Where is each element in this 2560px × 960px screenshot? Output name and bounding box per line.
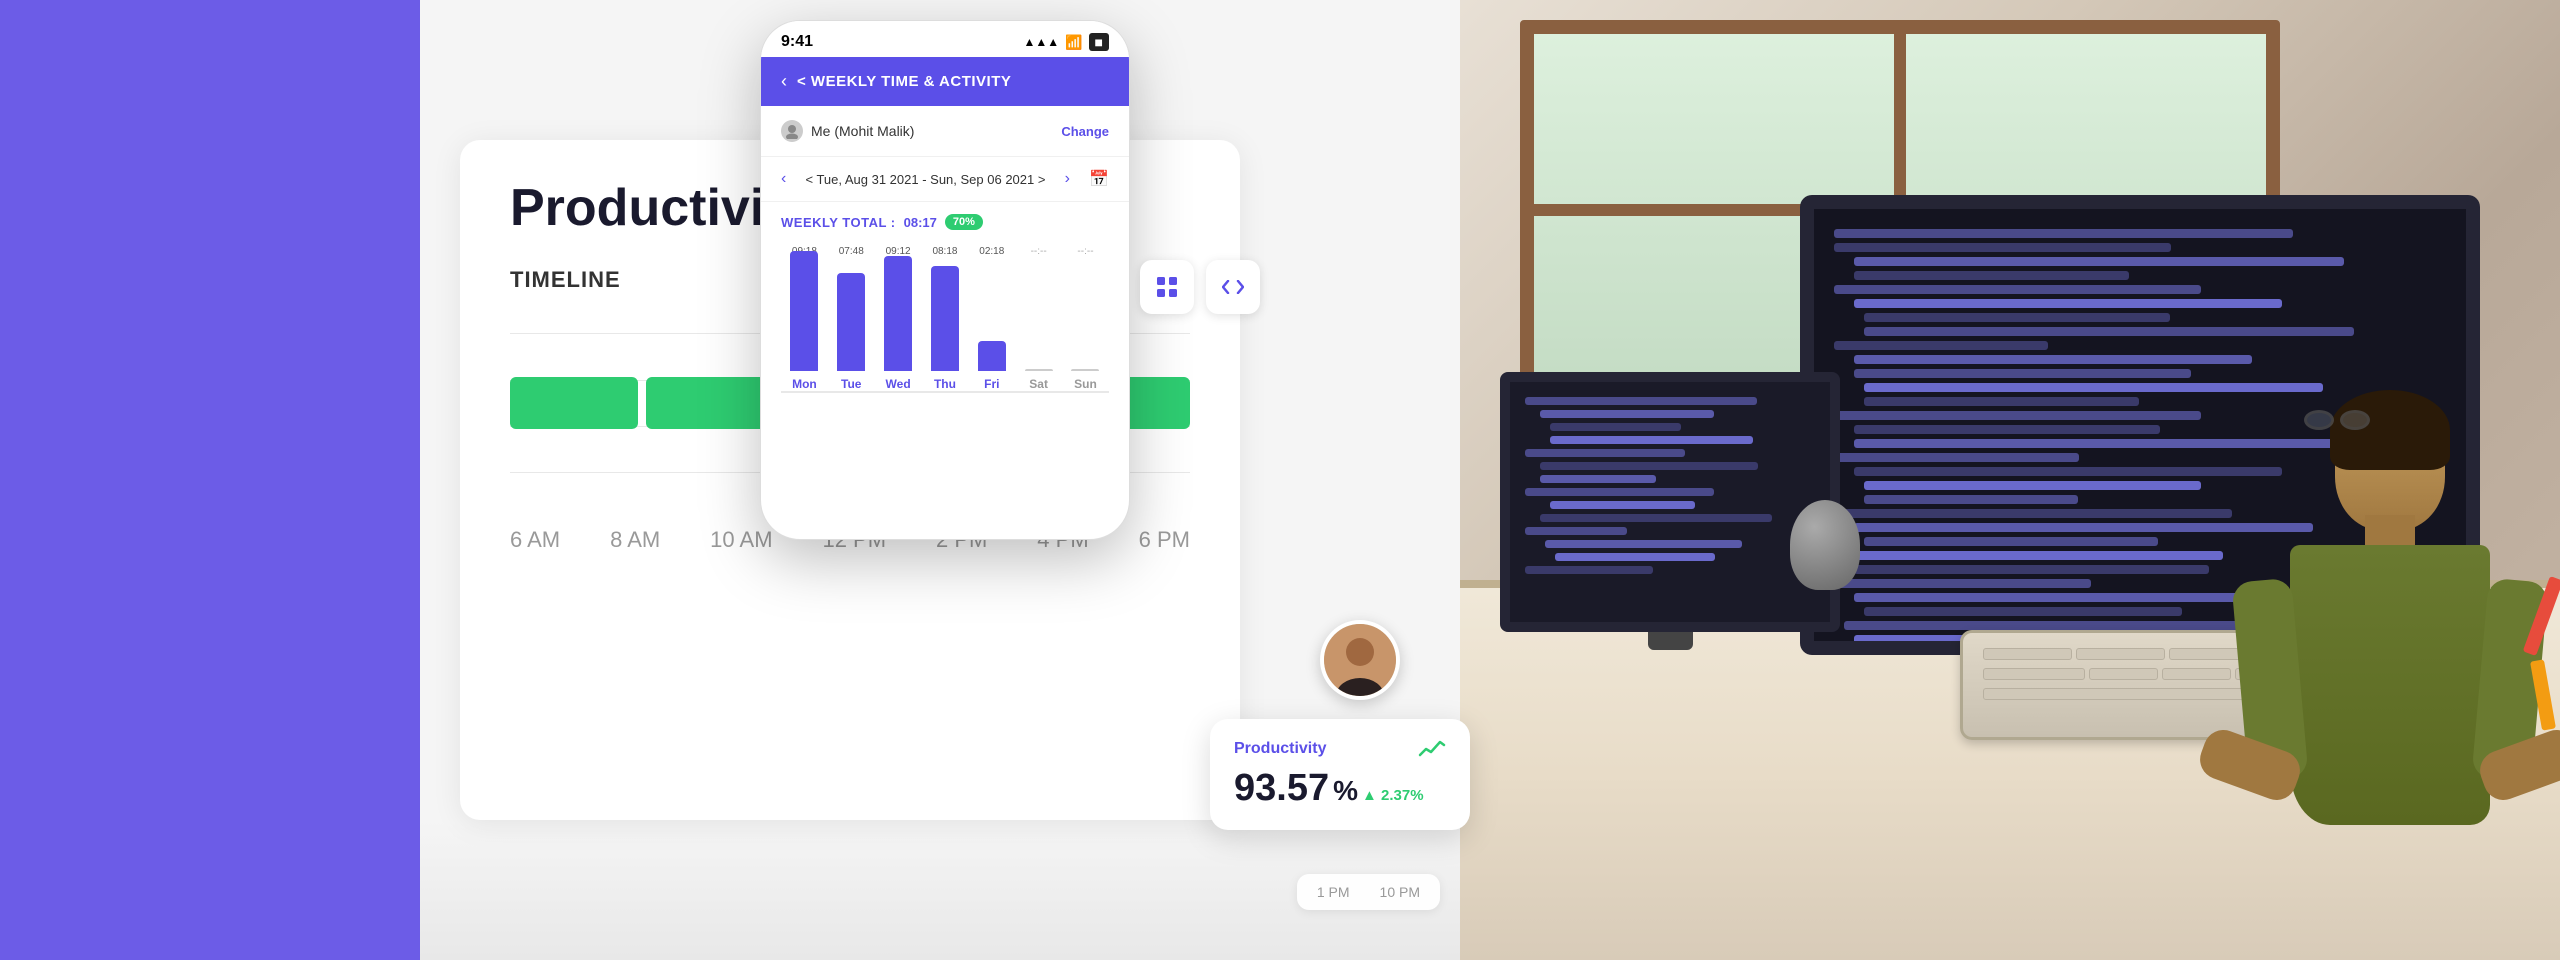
center-section: Productivity Trends TIMELINE 6 AM <box>420 0 1460 960</box>
monitor-small <box>1500 372 1840 650</box>
office-background <box>1460 0 2560 960</box>
phone-bar-wrap-thu: Thu <box>925 266 965 391</box>
phone-bar-label-sat: Sat <box>1029 377 1048 391</box>
phone-bar-wrap-tue: Tue <box>831 273 871 391</box>
phone-bar-label-tue: Tue <box>841 377 861 391</box>
code-view-button[interactable] <box>1206 260 1260 314</box>
phone-bar-wrap-sun: Sun <box>1065 369 1105 391</box>
phone-date-row: ‹ < Tue, Aug 31 2021 - Sun, Sep 06 2021 … <box>761 157 1129 202</box>
productivity-value-row: 93.57 % ▲ 2.37% <box>1234 767 1446 810</box>
glasses-icon <box>2304 410 2370 430</box>
phone-mockup: 9:41 ▲▲▲ 📶 ■ ‹ < WEEKLY TIME & ACTIVITY <box>760 20 1130 540</box>
phone-bar-label-sun: Sun <box>1074 377 1097 391</box>
partial-time-overlay: 1 PM 10 PM <box>1297 874 1440 910</box>
grid-view-button[interactable] <box>1140 260 1194 314</box>
user-name-label: Me (Mohit Malik) <box>811 123 914 139</box>
phone-bar-wrap-mon: Mon <box>784 251 824 391</box>
phone-bar-label-fri: Fri <box>984 377 999 391</box>
activity-bar-green-1 <box>510 377 638 429</box>
desk-device <box>1790 500 1870 600</box>
phone-bar-sat <box>1025 369 1053 371</box>
phone-bar-label-thu: Thu <box>934 377 956 391</box>
productivity-percent: % <box>1333 775 1358 807</box>
partial-time-2: 10 PM <box>1380 884 1420 900</box>
phone-time: 9:41 <box>781 33 813 51</box>
bar-value-thu: 08:18 <box>925 246 965 257</box>
time-label-6am: 6 AM <box>510 527 560 553</box>
back-arrow-icon[interactable]: ‹ <box>781 71 787 92</box>
phone-bar-wrap-wed: Wed <box>878 256 918 391</box>
person-silhouette <box>2140 240 2560 960</box>
left-purple-section <box>0 0 420 960</box>
phone-bar-wrap-sat: Sat <box>1019 369 1059 391</box>
activity-bar-green-2 <box>646 377 774 429</box>
weekly-total-time: 08:17 <box>904 215 937 230</box>
phone-bar-values: 09:18 07:48 09:12 08:18 02:18 --:-- --:-… <box>781 246 1109 257</box>
weekly-total-label: WEEKLY TOTAL : <box>781 215 896 230</box>
phone-bar-wrap-fri: Fri <box>972 341 1012 391</box>
partial-time-1: 1 PM <box>1317 884 1350 900</box>
phone-status-bar: 9:41 ▲▲▲ 📶 ■ <box>761 21 1129 57</box>
phone-header: ‹ < WEEKLY TIME & ACTIVITY <box>761 57 1129 106</box>
phone-bar-thu <box>931 266 959 371</box>
productivity-value: 93.57 <box>1234 767 1329 810</box>
phone-bar-fri <box>978 341 1006 371</box>
right-photo-section <box>1460 0 2560 960</box>
time-label-10am: 10 AM <box>710 527 772 553</box>
phone-bar-wed <box>884 256 912 371</box>
phone-user-row: Me (Mohit Malik) Change <box>761 106 1129 157</box>
change-button[interactable]: Change <box>1061 124 1109 139</box>
trend-icon <box>1418 739 1446 759</box>
next-week-button[interactable]: › <box>1065 170 1070 188</box>
phone-chart-area: 09:18 07:48 09:12 08:18 02:18 --:-- --:-… <box>761 236 1129 393</box>
bar-value-sun: --:-- <box>1065 246 1105 257</box>
phone-bar-label-wed: Wed <box>886 377 911 391</box>
user-icon <box>781 120 803 142</box>
prev-week-button[interactable]: ‹ <box>781 170 786 188</box>
weekly-total-badge: 70% <box>945 214 983 230</box>
calendar-icon[interactable]: 📅 <box>1089 169 1109 189</box>
time-label-8am: 8 AM <box>610 527 660 553</box>
time-label-6pm: 6 PM <box>1139 527 1190 553</box>
signal-icon: ▲▲▲ <box>1023 35 1059 49</box>
bar-value-sat: --:-- <box>1019 246 1059 257</box>
avatar <box>1320 620 1400 700</box>
battery-icon: ■ <box>1089 33 1109 51</box>
productivity-label: Productivity <box>1234 740 1326 758</box>
productivity-change: ▲ 2.37% <box>1362 787 1424 804</box>
productivity-overlay-header: Productivity <box>1234 739 1446 759</box>
phone-header-title: < WEEKLY TIME & ACTIVITY <box>797 73 1011 90</box>
phone-bar-mon <box>790 251 818 371</box>
phone-bar-sun <box>1071 369 1099 371</box>
phone-weekly-total: WEEKLY TOTAL : 08:17 70% <box>761 202 1129 236</box>
phone-bar-label-mon: Mon <box>792 377 817 391</box>
productivity-overlay-card: Productivity 93.57 % ▲ 2.37% <box>1210 719 1470 830</box>
phone-bar-tue <box>837 273 865 371</box>
bar-value-fri: 02:18 <box>972 246 1012 257</box>
bar-value-tue: 07:48 <box>831 246 871 257</box>
wifi-icon: 📶 <box>1065 34 1082 51</box>
phone-user-left: Me (Mohit Malik) <box>781 120 914 142</box>
date-range-label: < Tue, Aug 31 2021 - Sun, Sep 06 2021 > <box>805 172 1045 187</box>
phone-bars-container: Mon Tue Wed Thu Fri <box>781 263 1109 393</box>
